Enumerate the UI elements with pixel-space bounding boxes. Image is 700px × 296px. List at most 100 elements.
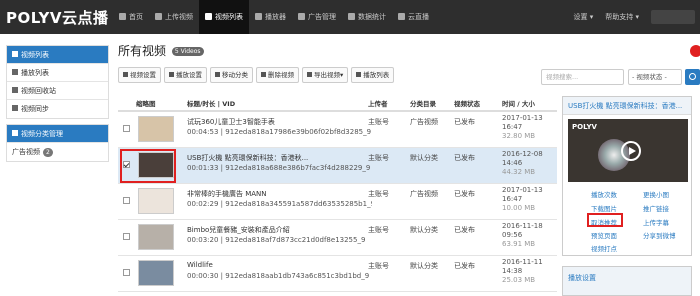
export-icon (307, 72, 312, 77)
video-meta: 00:01:33 | 912eda818a688e386b7fac3f4d288… (187, 164, 371, 172)
video-thumbnail[interactable] (138, 224, 174, 250)
delete-video-button[interactable]: 删除视频 (256, 67, 299, 83)
video-table: 缩略图 标题/时长 | VID 上传者 分类目录 视频状态 时间 / 大小 试玩… (118, 96, 557, 292)
sidebar-item-ad-videos[interactable]: 广告视频 2 (7, 143, 108, 161)
status: 已发布 (454, 262, 475, 270)
nav-player[interactable]: 播放器 (249, 0, 292, 34)
sidebar-item-recycle[interactable]: 视频回收站 (7, 82, 108, 100)
category: 默认分类 (410, 262, 438, 270)
list-icon (12, 51, 18, 57)
play-settings-title: 播放设置 (568, 274, 596, 282)
table-row[interactable]: USB打火機 點亮環保新科技：香港秋... 00:01:33 | 912eda8… (118, 148, 557, 184)
plus-icon (356, 72, 362, 77)
count-badge: 2 (43, 148, 53, 157)
share-weibo-link[interactable]: 分享到微博 (643, 230, 676, 240)
video-status-select[interactable]: - 视频状态 - (628, 69, 682, 85)
video-title[interactable]: Bimbo兒童餐豬_安裝和產品介紹 (187, 225, 362, 235)
sidebar-item-sync[interactable]: 视频同步 (7, 100, 108, 118)
panel-title: USB打火機 點亮環保新科技：香港... (563, 97, 691, 115)
video-marker-link[interactable]: 视频打点 (591, 243, 617, 253)
nav-video-list[interactable]: 视频列表 (199, 0, 249, 34)
support-menu[interactable]: 帮助支持 ▾ (605, 12, 639, 22)
preview-logo: POLYV (572, 123, 597, 131)
main-nav: 首页 上传视频 视频列表 播放器 广告管理 数据统计 云直播 (113, 0, 435, 34)
search-button[interactable] (685, 69, 700, 85)
sync-icon (12, 105, 18, 111)
settings-menu[interactable]: 设置 ▾ (574, 12, 594, 22)
live-icon (398, 13, 405, 20)
video-thumbnail[interactable] (138, 116, 174, 142)
player-icon (255, 13, 262, 20)
sidebar-item-category-mgmt[interactable]: 视频分类管理 (7, 125, 108, 143)
highlight-box (120, 149, 176, 183)
play-count-link[interactable]: 播放次数 (591, 189, 617, 199)
page-title: 所有视频 5 Videos (118, 40, 700, 62)
trash-icon (261, 72, 266, 77)
status: 已发布 (454, 226, 475, 234)
folder-icon (12, 130, 18, 136)
date-size: 2016-11-18 09:56 63.91 MB (502, 222, 543, 248)
row-checkbox[interactable] (123, 269, 130, 276)
video-title[interactable]: USB打火機 點亮環保新科技：香港秋... (187, 153, 362, 163)
uploader: 主账号 (368, 154, 389, 162)
video-title[interactable]: 非常棒的手機廣告 MANN (187, 189, 362, 199)
sidebar-item-playlist[interactable]: 播放列表 (7, 64, 108, 82)
move-category-button[interactable]: 移动分类 (210, 67, 253, 83)
upload-subtitle-link[interactable]: 上传字幕 (643, 217, 669, 227)
notification-dot (690, 45, 700, 57)
date-size: 2017-01-13 16:47 32.80 MB (502, 114, 543, 140)
top-navbar: POLYV云点播 首页 上传视频 视频列表 播放器 广告管理 数据统计 云直播 … (0, 0, 700, 34)
sidebar-group-videos: 视频列表 播放列表 视频回收站 视频同步 (6, 45, 109, 119)
video-search-input[interactable]: 视频搜索... (541, 69, 624, 85)
status: 已发布 (454, 190, 475, 198)
play-icon[interactable] (621, 141, 641, 161)
nav-home[interactable]: 首页 (113, 0, 149, 34)
playlist-icon (12, 69, 18, 75)
nav-ads[interactable]: 广告管理 (292, 0, 342, 34)
table-row[interactable]: Bimbo兒童餐豬_安裝和產品介紹 00:03:20 | 912eda818af… (118, 220, 557, 256)
row-checkbox[interactable] (123, 233, 130, 240)
video-count-badge: 5 Videos (171, 47, 204, 56)
add-playlist-button[interactable]: 播放列表 (351, 67, 395, 83)
nav-stats[interactable]: 数据统计 (342, 0, 392, 34)
date-size: 2016-11-11 14:38 25.03 MB (502, 258, 543, 284)
category: 默认分类 (410, 226, 438, 234)
nav-upload[interactable]: 上传视频 (149, 0, 199, 34)
video-title[interactable]: 试玩360儿童卫士3智能手表 (187, 117, 362, 127)
video-preview[interactable]: POLYV (568, 119, 688, 182)
move-icon (215, 72, 220, 77)
download-image-link[interactable]: 下载图片 (591, 203, 617, 213)
account-box[interactable] (651, 10, 695, 24)
change-thumb-link[interactable]: 更换小图 (643, 189, 669, 199)
row-checkbox[interactable] (123, 197, 130, 204)
play-settings-button[interactable]: 播放设置 (164, 67, 207, 83)
video-meta: 00:04:53 | 912eda818a17986e39b06f02bf8d3… (187, 128, 372, 136)
uploader: 主账号 (368, 262, 389, 270)
sidebar-item-video-list[interactable]: 视频列表 (7, 46, 108, 64)
date-size: 2017-01-13 16:47 10.00 MB (502, 186, 543, 212)
video-title[interactable]: Wildlife (187, 261, 362, 269)
video-meta: 00:02:29 | 912eda818a345591a587dd6353528… (187, 200, 372, 208)
preview-page-link[interactable]: 预览页面 (591, 230, 617, 240)
polyv-logo[interactable]: POLYV云点播 (6, 7, 108, 28)
nav-live[interactable]: 云直播 (392, 0, 435, 34)
highlight-box (587, 213, 623, 227)
home-icon (119, 13, 126, 20)
video-settings-button[interactable]: 视频设置 (118, 67, 161, 83)
table-row[interactable]: 试玩360儿童卫士3智能手表 00:04:53 | 912eda818a1798… (118, 112, 557, 148)
row-checkbox[interactable] (123, 125, 130, 132)
video-detail-panel: USB打火機 點亮環保新科技：香港... POLYV 播放次数 更换小图 下载图… (562, 96, 692, 256)
export-video-button[interactable]: 导出视频▾ (302, 67, 349, 83)
video-thumbnail[interactable] (138, 188, 174, 214)
video-meta: 00:00:30 | 912eda818aab1db743a6c851c3bd1… (187, 272, 370, 280)
play-icon (169, 72, 174, 77)
top-right-menu: 设置 ▾ 帮助支持 ▾ (574, 0, 695, 34)
play-settings-panel: 播放设置 (562, 266, 692, 296)
uploader: 主账号 (368, 118, 389, 126)
table-row[interactable]: 非常棒的手機廣告 MANN 00:02:29 | 912eda818a34559… (118, 184, 557, 220)
video-meta: 00:03:20 | 912eda818af7d873cc21d0df8e132… (187, 236, 366, 244)
promo-link[interactable]: 推广链接 (643, 203, 669, 213)
toolbar: 视频设置 播放设置 移动分类 删除视频 导出视频▾ 播放列表 (118, 67, 395, 83)
video-thumbnail[interactable] (138, 260, 174, 286)
sidebar-group-categories: 视频分类管理 广告视频 2 (6, 124, 109, 162)
